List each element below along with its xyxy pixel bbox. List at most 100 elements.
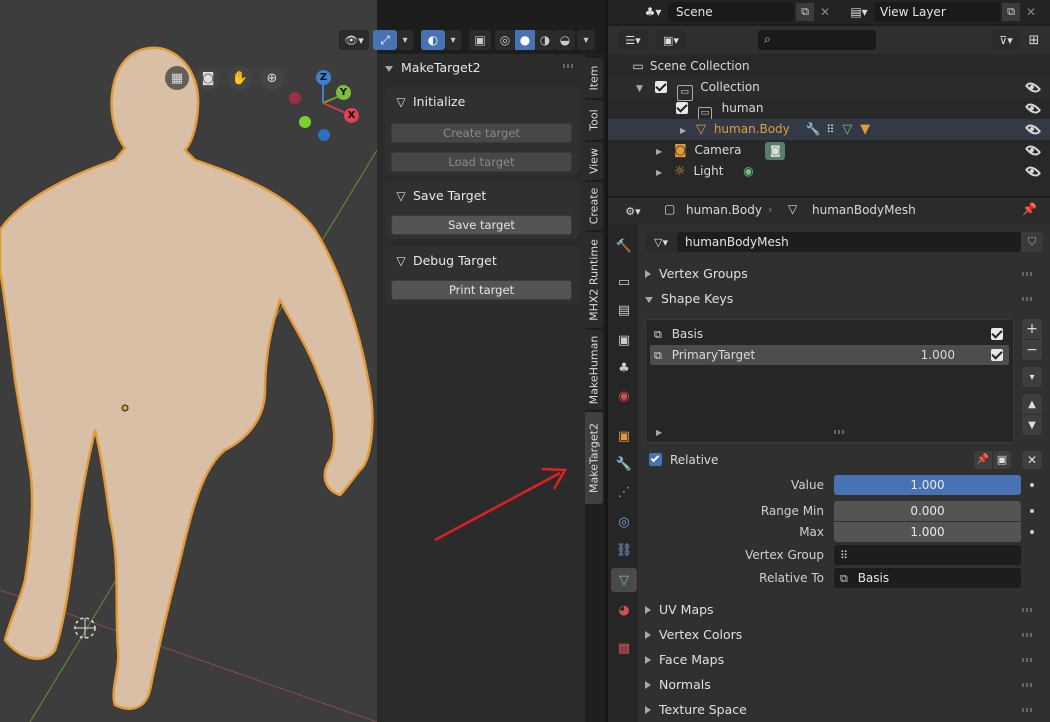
- mesh-name-field[interactable]: humanBodyMesh: [677, 232, 1021, 252]
- shape-key-mute-checkbox[interactable]: [991, 349, 1003, 361]
- shading-wireframe-icon[interactable]: ◎: [495, 30, 515, 50]
- animate-max-dot-icon[interactable]: [1030, 530, 1034, 534]
- new-collection-icon[interactable]: ⊞: [1024, 30, 1044, 50]
- fake-user-shield-icon[interactable]: ⛉: [1021, 232, 1043, 252]
- render-tab-icon[interactable]: ▭: [611, 270, 637, 294]
- object-tab-icon[interactable]: ▣: [611, 424, 637, 448]
- expand-icon[interactable]: ▶: [656, 168, 662, 177]
- shape-key-row-selected[interactable]: ⧉ PrimaryTarget 1.000: [650, 345, 1009, 365]
- collection-checkbox[interactable]: [654, 81, 667, 93]
- section-shape-keys[interactable]: Shape Keys: [645, 288, 1040, 310]
- texture-tab-icon[interactable]: ▩: [611, 636, 637, 660]
- visibility-icon[interactable]: [1024, 163, 1042, 180]
- visibility-icon[interactable]: [1024, 142, 1042, 159]
- mesh-data-tab-icon[interactable]: ▽: [611, 568, 637, 592]
- shape-key-mute-checkbox[interactable]: [991, 328, 1003, 340]
- section-uv-maps[interactable]: UV Maps: [645, 599, 1040, 621]
- toggle-camera-icon[interactable]: ▦: [165, 66, 189, 90]
- modifiers-tab-icon[interactable]: 🔧: [611, 452, 637, 476]
- grip-icon[interactable]: [1022, 297, 1032, 301]
- outliner-search-input[interactable]: ⌕: [758, 30, 876, 50]
- particles-tab-icon[interactable]: ⋰: [611, 480, 637, 504]
- constraints-tab-icon[interactable]: ⛓: [611, 538, 637, 562]
- overlay-dropdown-icon[interactable]: ▾: [445, 30, 461, 50]
- copy-scene-icon[interactable]: ⧉: [796, 3, 814, 21]
- section-normals[interactable]: Normals: [645, 674, 1040, 696]
- value-slider[interactable]: 1.000: [834, 475, 1021, 495]
- tree-row-scene-collection[interactable]: ▭ Scene Collection: [608, 56, 1050, 77]
- camera-view-icon[interactable]: ◙: [196, 66, 220, 90]
- tab-item[interactable]: Item: [585, 58, 603, 98]
- overlay-toggle-icon[interactable]: ◐: [421, 30, 445, 50]
- view-layer-field[interactable]: View Layer: [874, 2, 1000, 22]
- add-shape-key-button[interactable]: +: [1022, 319, 1042, 339]
- filter-icon[interactable]: ⊽▾: [992, 30, 1020, 50]
- grip-icon[interactable]: [1022, 633, 1032, 637]
- tree-row-light[interactable]: ▶ ☼ Light ◉: [608, 161, 1050, 182]
- shading-dropdown-icon[interactable]: ▾: [577, 30, 595, 50]
- panel-title-row[interactable]: MakeTarget2: [385, 58, 577, 78]
- list-resize-grip-icon[interactable]: [834, 430, 846, 434]
- tab-create[interactable]: Create: [585, 182, 603, 230]
- gizmo-z-axis[interactable]: Z: [316, 70, 331, 85]
- shape-key-row[interactable]: ⧉ Basis: [650, 324, 1009, 344]
- pan-view-icon[interactable]: ✋: [228, 66, 252, 90]
- save-target-button[interactable]: Save target: [391, 215, 572, 235]
- world-tab-icon[interactable]: ◉: [611, 384, 637, 408]
- clear-shape-keys-icon[interactable]: ✕: [1022, 451, 1042, 469]
- view-layer-tab-icon[interactable]: ▣: [611, 328, 637, 352]
- material-tab-icon[interactable]: ◕: [611, 598, 637, 622]
- close-view-layer-icon[interactable]: ✕: [1022, 3, 1040, 21]
- edit-mode-toggle-icon[interactable]: ▣: [993, 451, 1011, 469]
- print-target-button[interactable]: Print target: [391, 280, 572, 300]
- expand-icon[interactable]: ▶: [656, 147, 662, 156]
- section-face-maps[interactable]: Face Maps: [645, 649, 1040, 671]
- pin-icon[interactable]: 📌: [1022, 202, 1037, 216]
- remove-shape-key-button[interactable]: −: [1022, 340, 1042, 360]
- expand-icon[interactable]: ▼: [636, 84, 643, 94]
- gizmo-dropdown-icon[interactable]: ▾: [397, 30, 413, 50]
- section-vertex-groups[interactable]: Vertex Groups: [645, 263, 1040, 285]
- view-object-types-icon[interactable]: 👁▾: [339, 30, 369, 50]
- tab-tool[interactable]: Tool: [585, 100, 603, 140]
- gizmo-y-axis[interactable]: Y: [336, 85, 351, 100]
- output-tab-icon[interactable]: ▤: [611, 298, 637, 322]
- visibility-icon[interactable]: [1024, 100, 1042, 117]
- expand-icon[interactable]: ▶: [680, 126, 686, 135]
- create-target-button[interactable]: Create target: [391, 123, 572, 143]
- load-target-button[interactable]: Load target: [391, 152, 572, 172]
- scene-tab-icon[interactable]: ♣: [611, 356, 637, 380]
- tool-tab-icon[interactable]: 🔨: [611, 234, 637, 258]
- grip-icon[interactable]: [1022, 708, 1032, 712]
- shape-key-specials-button[interactable]: ▾: [1022, 367, 1042, 387]
- relative-checkbox[interactable]: [649, 453, 662, 466]
- grip-icon[interactable]: [1022, 683, 1032, 687]
- tab-makehuman[interactable]: MakeHuman: [585, 330, 603, 410]
- tree-row-human-body[interactable]: ▶ ▽ human.Body 🔧 ⠿ ▽ ▼: [608, 119, 1050, 140]
- display-mode-icon[interactable]: ▣▾: [656, 30, 686, 50]
- relative-to-field[interactable]: ⧉ Basis: [834, 568, 1021, 588]
- grip-icon[interactable]: [1022, 272, 1032, 276]
- viewport-3d[interactable]: Z Y X ▦ ◙ ✋ ⊕ 👁▾: [0, 0, 377, 722]
- zoom-view-icon[interactable]: ⊕: [260, 66, 284, 90]
- shading-solid-icon[interactable]: ●: [515, 30, 535, 50]
- scene-icon[interactable]: ♣▾: [638, 2, 668, 22]
- shape-key-pin-icon[interactable]: 📌: [974, 451, 992, 469]
- grip-icon[interactable]: [1022, 658, 1032, 662]
- human-checkbox[interactable]: [676, 102, 688, 114]
- move-up-button[interactable]: ▲: [1022, 394, 1042, 414]
- panel-grip-icon[interactable]: [563, 64, 573, 68]
- editor-type-icon[interactable]: ⚙▾: [618, 201, 648, 221]
- mesh-datablock-icon[interactable]: ▽▾: [645, 232, 677, 252]
- max-field[interactable]: 1.000: [834, 522, 1021, 542]
- scene-name-field[interactable]: Scene: [668, 2, 794, 22]
- section-vertex-colors[interactable]: Vertex Colors: [645, 624, 1040, 646]
- shape-key-value[interactable]: 1.000: [921, 345, 955, 365]
- copy-view-layer-icon[interactable]: ⧉: [1002, 3, 1020, 21]
- close-scene-icon[interactable]: ✕: [816, 3, 834, 21]
- view-layer-icon[interactable]: ▤▾: [844, 2, 874, 22]
- xray-toggle-icon[interactable]: ▣: [469, 30, 491, 50]
- physics-tab-icon[interactable]: ◎: [611, 510, 637, 534]
- visibility-icon[interactable]: [1024, 79, 1042, 96]
- tree-row-collection[interactable]: ▼ ▭ Collection: [608, 77, 1050, 101]
